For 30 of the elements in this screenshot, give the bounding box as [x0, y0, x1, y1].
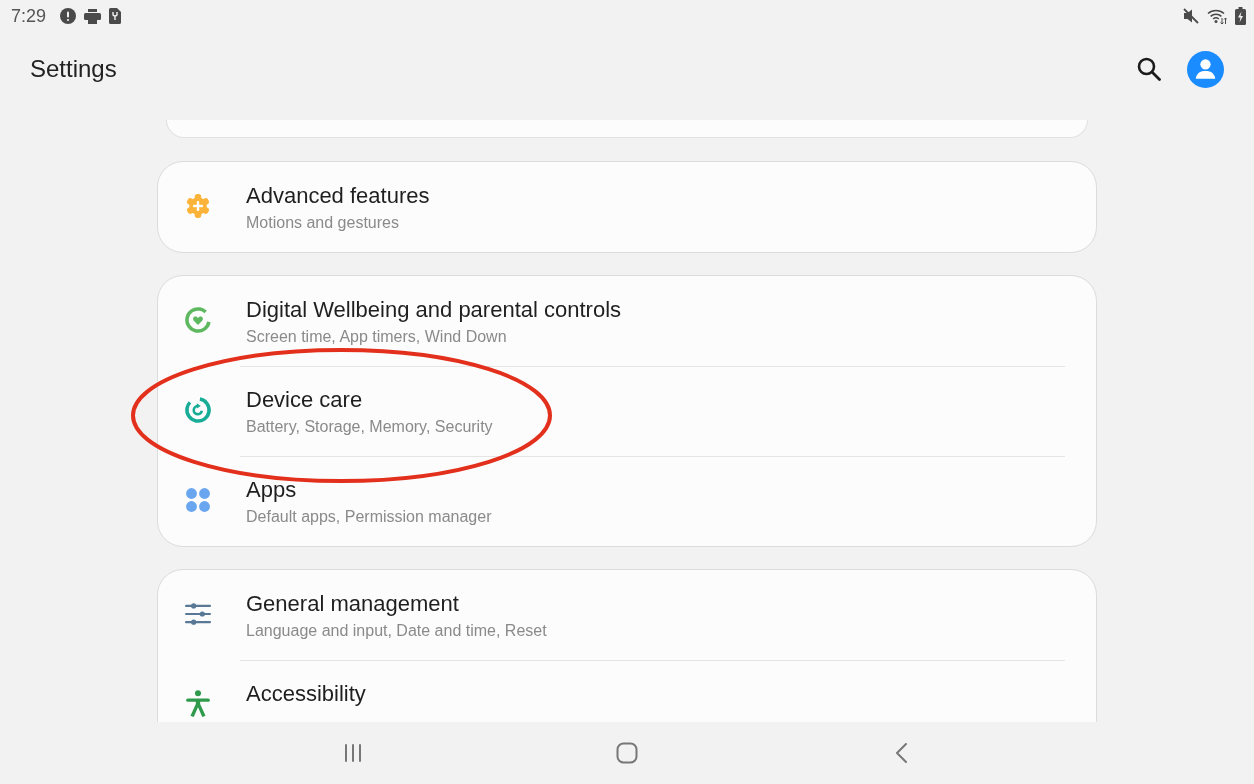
muted-speaker-icon: [1183, 8, 1199, 24]
setting-title[interactable]: Advanced features: [246, 185, 430, 207]
printer-icon: [84, 8, 102, 24]
setting-summary: Default apps, Permission manager: [246, 507, 492, 527]
heart-ring-icon: [184, 306, 212, 334]
refresh-ring-icon: [184, 396, 212, 424]
home-icon[interactable]: [616, 742, 638, 764]
setting-title[interactable]: Accessibility: [246, 683, 366, 705]
alert-icon: [60, 8, 77, 24]
setting-title[interactable]: Digital Wellbeing and parental controls: [246, 299, 622, 321]
setting-title[interactable]: Device care: [246, 389, 493, 411]
sliders-icon: [185, 601, 211, 627]
setting-summary: Battery, Storage, Memory, Security: [246, 417, 493, 437]
battery-charging-icon: [1235, 7, 1246, 25]
clock-time: 7:29: [11, 5, 47, 27]
page-title: Settings: [30, 55, 117, 83]
sim-card-icon: [109, 8, 122, 24]
search-icon[interactable]: [1137, 57, 1161, 81]
four-dots-icon: [185, 487, 211, 513]
wifi-icon: [1207, 8, 1227, 24]
setting-summary: Motions and gestures: [246, 213, 400, 233]
back-icon[interactable]: [895, 743, 907, 763]
cog-plus-icon: [185, 193, 211, 219]
recent-apps-icon[interactable]: [343, 743, 363, 763]
setting-summary: Language and input, Date and time, Reset: [246, 621, 547, 641]
setting-title[interactable]: General management: [246, 593, 547, 615]
setting-summary: Screen time, App timers, Wind Down: [246, 327, 508, 347]
person-icon: [185, 690, 211, 718]
profile-avatar-icon[interactable]: [1187, 50, 1224, 88]
setting-title[interactable]: Apps: [246, 479, 492, 501]
